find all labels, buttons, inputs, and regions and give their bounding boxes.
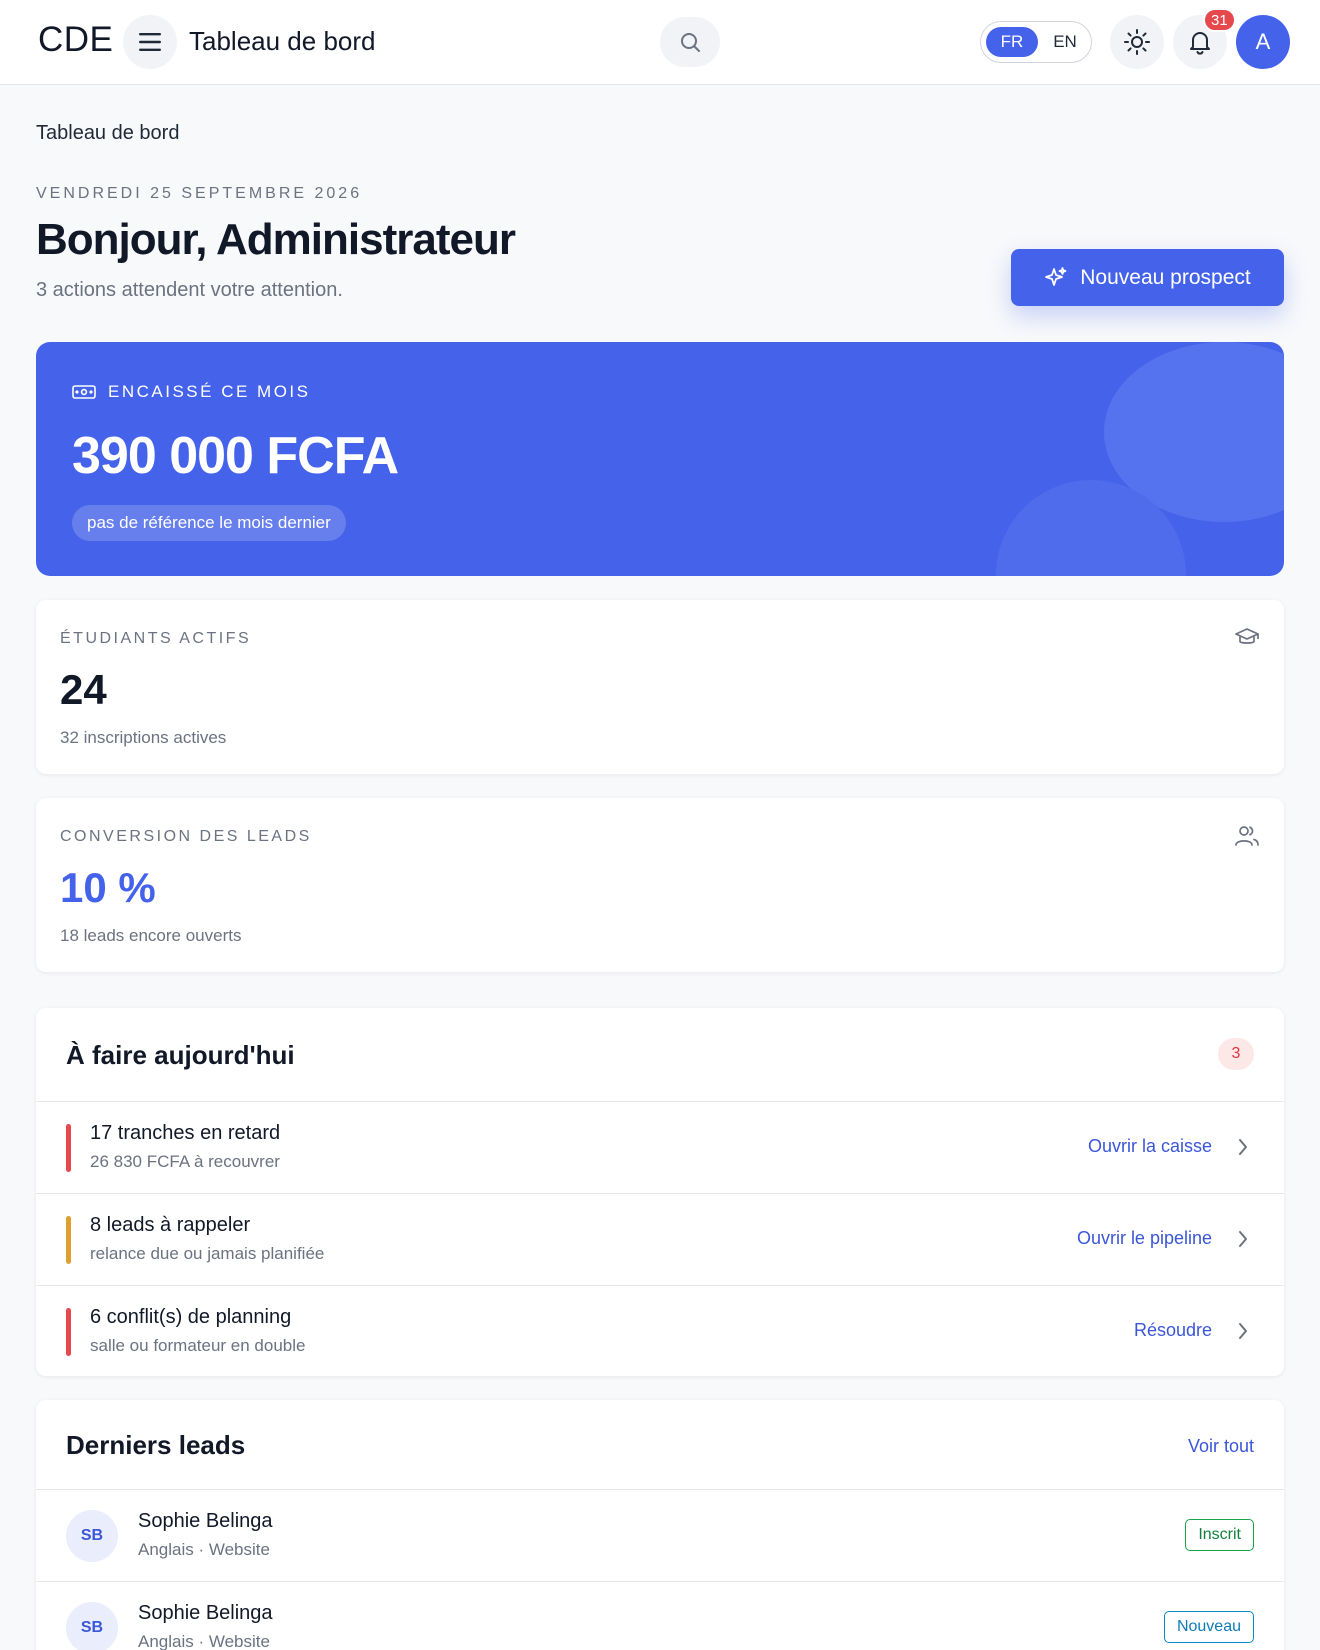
cash-icon xyxy=(72,385,96,399)
menu-icon xyxy=(139,33,161,51)
todo-title: À faire aujourd'hui xyxy=(66,1040,295,1070)
see-all-link[interactable]: Voir tout xyxy=(1188,1436,1254,1457)
todo-item-desc: 26 830 FCFA à recouvrer xyxy=(90,1152,280,1171)
todo-count-badge: 3 xyxy=(1218,1038,1254,1070)
open-cashier-link[interactable]: Ouvrir la caisse xyxy=(1088,1136,1212,1157)
todo-item-desc: salle ou formateur en double xyxy=(90,1336,306,1355)
active-students-card: ÉTUDIANTS ACTIFS 24 32 inscriptions acti… xyxy=(36,600,1284,774)
stat-subtext: 18 leads encore ouverts xyxy=(60,926,242,945)
latest-leads-card: Derniers leads Voir tout SB Sophie Belin… xyxy=(36,1400,1284,1650)
page-title-top: Tableau de bord xyxy=(189,26,376,56)
chevron-right-icon[interactable] xyxy=(1236,1320,1250,1342)
top-bar: CDE Tableau de bord FR EN 31 A xyxy=(0,0,1320,85)
revenue-card: ENCAISSÉ CE MOIS 390 000 FCFA pas de réf… xyxy=(36,342,1284,576)
theme-toggle-button[interactable] xyxy=(1110,15,1164,69)
notification-count-badge: 31 xyxy=(1203,8,1236,32)
lang-fr-button[interactable]: FR xyxy=(986,27,1038,57)
actions-pending-text: 3 actions attendent votre attention. xyxy=(36,279,343,301)
app-logo[interactable]: CDE xyxy=(38,20,113,60)
sparkles-icon xyxy=(1045,266,1067,286)
open-pipeline-link[interactable]: Ouvrir le pipeline xyxy=(1077,1228,1212,1249)
lead-status-badge: Nouveau xyxy=(1163,1611,1254,1643)
stat-label: CONVERSION DES LEADS xyxy=(60,828,312,845)
new-prospect-label: Nouveau prospect xyxy=(1080,265,1251,289)
current-date: VENDREDI 25 SEPTEMBRE 2026 xyxy=(36,185,363,202)
lead-status-badge: Inscrit xyxy=(1185,1519,1254,1551)
todo-item-title: 17 tranches en retard xyxy=(90,1122,281,1144)
lang-en-button[interactable]: EN xyxy=(1041,27,1089,57)
bell-icon xyxy=(1190,32,1210,55)
greeting-title: Bonjour, Administrateur xyxy=(36,215,516,264)
sun-icon xyxy=(1124,29,1150,55)
todo-item-title: 8 leads à rappeler xyxy=(90,1214,251,1236)
lead-conversion-card: CONVERSION DES LEADS 10 % 18 leads encor… xyxy=(36,798,1284,972)
revenue-label: ENCAISSÉ CE MOIS xyxy=(72,382,310,402)
revenue-comparison-pill: pas de référence le mois dernier xyxy=(72,505,346,541)
language-toggle: FR EN xyxy=(980,21,1092,63)
todo-today-card: À faire aujourd'hui 3 17 tranches en ret… xyxy=(36,1008,1284,1376)
breadcrumb[interactable]: Tableau de bord xyxy=(36,122,179,145)
todo-item-overdue[interactable]: 17 tranches en retard 26 830 FCFA à reco… xyxy=(36,1101,1284,1193)
lead-meta: Anglais · Website xyxy=(138,1540,270,1559)
lead-avatar: SB xyxy=(66,1510,118,1562)
lead-avatar: SB xyxy=(66,1602,118,1650)
stat-label: ÉTUDIANTS ACTIFS xyxy=(60,630,252,647)
graduation-cap-icon xyxy=(1235,628,1259,644)
todo-item-conflicts[interactable]: 6 conflit(s) de planning salle ou format… xyxy=(36,1285,1284,1377)
chevron-right-icon[interactable] xyxy=(1236,1136,1250,1158)
chevron-right-icon[interactable] xyxy=(1236,1228,1250,1250)
users-icon xyxy=(1235,826,1259,846)
lead-row[interactable]: SB Sophie Belinga Anglais · Website Insc… xyxy=(36,1489,1284,1580)
stat-value: 24 xyxy=(60,666,107,713)
lead-meta: Anglais · Website xyxy=(138,1632,270,1650)
lead-name: Sophie Belinga xyxy=(138,1510,273,1532)
search-button[interactable] xyxy=(660,17,720,67)
stat-value: 10 % xyxy=(60,864,156,911)
menu-button[interactable] xyxy=(123,15,177,69)
todo-item-desc: relance due ou jamais planifiée xyxy=(90,1244,325,1263)
revenue-amount: 390 000 FCFA xyxy=(72,427,399,485)
resolve-link[interactable]: Résoudre xyxy=(1134,1320,1212,1341)
todo-item-callbacks[interactable]: 8 leads à rappeler relance due ou jamais… xyxy=(36,1193,1284,1285)
user-avatar[interactable]: A xyxy=(1236,15,1290,69)
priority-bar xyxy=(66,1308,71,1356)
priority-bar xyxy=(66,1124,71,1172)
priority-bar xyxy=(66,1216,71,1264)
leads-title: Derniers leads xyxy=(66,1430,246,1460)
lead-name: Sophie Belinga xyxy=(138,1602,273,1624)
search-icon xyxy=(681,33,700,52)
new-prospect-button[interactable]: Nouveau prospect xyxy=(1011,249,1284,306)
stat-subtext: 32 inscriptions actives xyxy=(60,728,227,747)
lead-row[interactable]: SB Sophie Belinga Anglais · Website Nouv… xyxy=(36,1581,1284,1650)
revenue-label-text: ENCAISSÉ CE MOIS xyxy=(108,382,311,401)
todo-item-title: 6 conflit(s) de planning xyxy=(90,1306,292,1328)
